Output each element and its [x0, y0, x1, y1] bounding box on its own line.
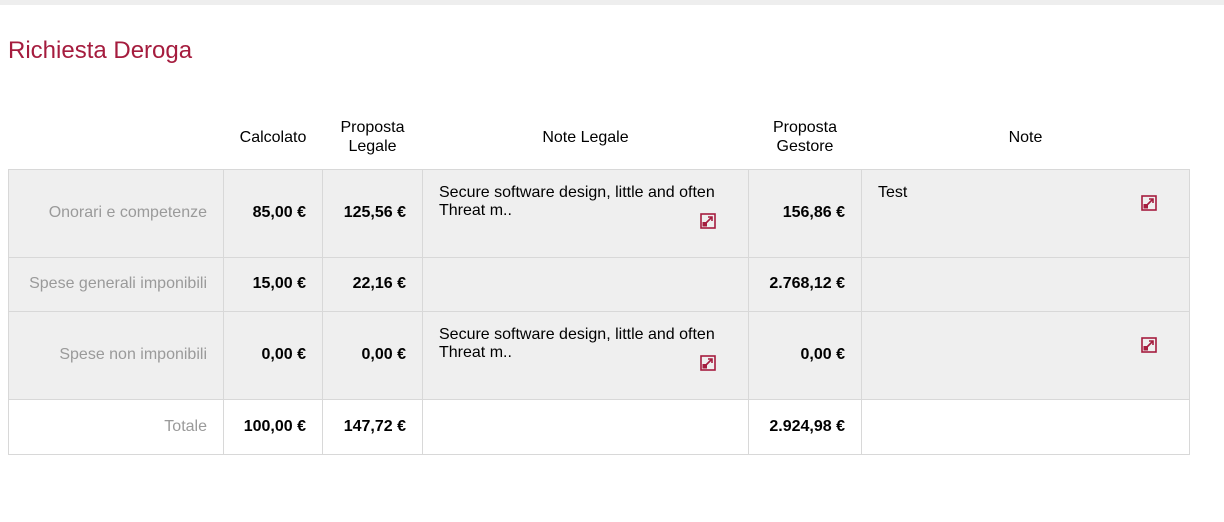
note-cell — [861, 256, 1190, 312]
total-label: Totale — [8, 398, 224, 455]
page-title: Richiesta Deroga — [8, 37, 193, 64]
row-label: Spese non imponibili — [8, 310, 224, 400]
expand-icon[interactable] — [700, 213, 716, 229]
header-note: Note — [1008, 128, 1043, 146]
table-header-row: Calcolato Proposta Legale Note Legale Pr… — [9, 106, 1190, 169]
proposta-gestore-value: 2.768,12 € — [748, 256, 862, 312]
table-row: Spese generali imponibili 15,00 € 22,16 … — [8, 256, 1190, 312]
expand-icon[interactable] — [1141, 195, 1157, 211]
total-note-legale-cell — [422, 398, 749, 455]
total-calcolato-value: 100,00 € — [223, 398, 323, 455]
top-bar — [0, 0, 1224, 5]
note-legale-cell: Secure software design, little and often… — [422, 168, 749, 258]
header-proposta-legale: Proposta Legale — [340, 119, 405, 156]
note-legale-cell — [422, 256, 749, 312]
header-calcolato: Calcolato — [239, 128, 307, 146]
proposta-gestore-value: 0,00 € — [748, 310, 862, 400]
calcolato-value: 0,00 € — [223, 310, 323, 400]
proposta-legale-value: 0,00 € — [322, 310, 423, 400]
total-note-cell — [861, 398, 1190, 455]
note-text: Test — [878, 183, 908, 201]
proposta-legale-value: 125,56 € — [322, 168, 423, 258]
header-note-legale: Note Legale — [542, 128, 629, 146]
table-row: Spese non imponibili 0,00 € 0,00 € Secur… — [8, 310, 1190, 400]
expand-icon[interactable] — [1141, 337, 1157, 353]
total-proposta-legale-value: 147,72 € — [322, 398, 423, 455]
proposta-legale-value: 22,16 € — [322, 256, 423, 312]
deroga-table: Calcolato Proposta Legale Note Legale Pr… — [8, 106, 1190, 455]
total-proposta-gestore-value: 2.924,98 € — [748, 398, 862, 455]
note-legale-text: Secure software design, little and often… — [439, 183, 715, 219]
header-empty — [9, 106, 224, 169]
table-row: Onorari e competenze 85,00 € 125,56 € Se… — [8, 168, 1190, 258]
calcolato-value: 15,00 € — [223, 256, 323, 312]
note-cell: Test — [861, 168, 1190, 258]
expand-icon[interactable] — [700, 355, 716, 371]
calcolato-value: 85,00 € — [223, 168, 323, 258]
row-label: Spese generali imponibili — [8, 256, 224, 312]
proposta-gestore-value: 156,86 € — [748, 168, 862, 258]
note-legale-cell: Secure software design, little and often… — [422, 310, 749, 400]
header-proposta-gestore: Proposta Gestore — [772, 119, 838, 156]
note-legale-text: Secure software design, little and often… — [439, 325, 715, 361]
note-cell — [861, 310, 1190, 400]
row-label: Onorari e competenze — [8, 168, 224, 258]
total-row: Totale 100,00 € 147,72 € 2.924,98 € — [8, 398, 1190, 455]
